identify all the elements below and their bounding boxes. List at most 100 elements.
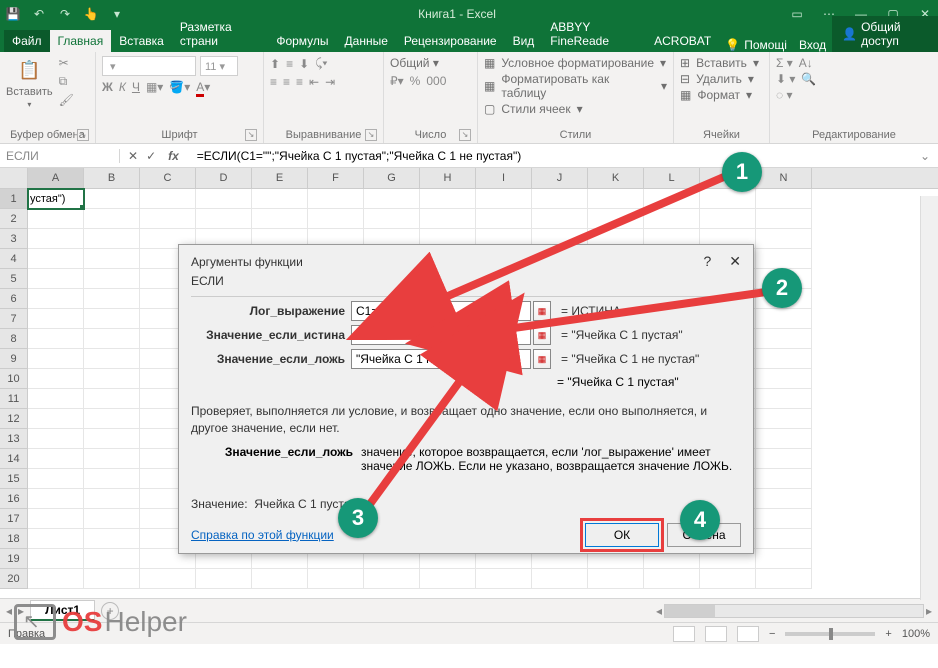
zoom-level[interactable]: 100% [902,628,930,640]
row-header[interactable]: 16 [0,489,28,509]
cell[interactable] [84,569,140,589]
cell[interactable] [644,189,700,209]
align-right-icon[interactable]: ≡ [296,75,303,89]
align-top-icon[interactable]: ⬆ [270,57,280,71]
col-header[interactable]: K [588,168,644,188]
zoom-out-icon[interactable]: − [769,628,775,640]
cell[interactable] [84,209,140,229]
row-header[interactable]: 13 [0,429,28,449]
cell[interactable] [28,549,84,569]
cell[interactable] [756,569,812,589]
cell[interactable] [588,569,644,589]
cell[interactable] [756,389,812,409]
cell[interactable]: устая") [28,189,84,209]
tab-acrobat[interactable]: ACROBAT [646,30,719,52]
indent-dec-icon[interactable]: ⇤ [309,75,319,89]
cell[interactable] [532,569,588,589]
page-break-view-icon[interactable] [737,626,759,642]
cell[interactable] [700,209,756,229]
cell[interactable] [252,569,308,589]
cell[interactable] [756,549,812,569]
cell[interactable] [28,449,84,469]
cell[interactable] [476,569,532,589]
arg2-input[interactable] [351,325,531,345]
cell[interactable] [252,189,308,209]
cell[interactable] [756,329,812,349]
cell[interactable] [476,209,532,229]
row-header[interactable]: 19 [0,549,28,569]
ok-button[interactable]: ОК [585,523,659,547]
cell[interactable] [140,209,196,229]
tab-layout[interactable]: Разметка страни [172,16,269,52]
cell[interactable] [756,469,812,489]
col-header[interactable]: D [196,168,252,188]
cell[interactable] [28,269,84,289]
qat-more-icon[interactable]: ▾ [108,5,126,23]
autosum-icon[interactable]: Σ ▾ [776,56,793,70]
col-header[interactable]: B [84,168,140,188]
paste-button[interactable]: 📋 Вставить ▾ [6,56,53,109]
cell[interactable] [756,529,812,549]
select-all-corner[interactable] [0,168,28,188]
tab-data[interactable]: Данные [337,30,396,52]
zoom-in-icon[interactable]: + [885,628,891,640]
cell[interactable] [84,429,140,449]
redo-icon[interactable]: ↷ [56,5,74,23]
cell[interactable] [28,529,84,549]
underline-button[interactable]: Ч [132,80,140,94]
number-format-select[interactable]: Общий ▾ [390,56,470,70]
cell[interactable] [84,229,140,249]
font-color-icon[interactable]: A▾ [196,80,210,94]
dialog-close-icon[interactable]: ✕ [729,253,741,270]
sheet-nav-prev-icon[interactable]: ◂ [6,604,12,618]
row-header[interactable]: 4 [0,249,28,269]
format-painter-icon[interactable]: 🖌 [59,93,74,107]
cell[interactable] [308,569,364,589]
cell[interactable] [364,189,420,209]
format-as-table-button[interactable]: ▦Форматировать как таблицу ▾ [484,72,667,100]
cell[interactable] [84,529,140,549]
range-picker-icon[interactable]: ▦ [533,301,551,321]
cell[interactable] [28,469,84,489]
cell[interactable] [84,309,140,329]
ribbon-options-icon[interactable]: ▭ [788,7,806,21]
fx-icon[interactable]: fx [164,149,183,163]
cell[interactable] [84,329,140,349]
cell[interactable] [28,229,84,249]
cell[interactable] [756,229,812,249]
find-icon[interactable]: 🔍 [801,72,816,86]
cell[interactable] [28,329,84,349]
cell[interactable] [756,489,812,509]
align-left-icon[interactable]: ≡ [270,75,277,89]
col-header[interactable]: G [364,168,420,188]
cell[interactable] [700,569,756,589]
cell[interactable] [28,489,84,509]
cell[interactable] [756,309,812,329]
cell[interactable] [84,409,140,429]
range-picker-icon[interactable]: ▦ [533,325,551,345]
row-header[interactable]: 14 [0,449,28,469]
cell[interactable] [756,349,812,369]
cell[interactable] [700,189,756,209]
cell[interactable] [84,549,140,569]
cell[interactable] [28,389,84,409]
align-middle-icon[interactable]: ≡ [286,57,293,71]
bold-button[interactable]: Ж [102,80,113,94]
row-header[interactable]: 5 [0,269,28,289]
cell[interactable] [308,209,364,229]
col-header[interactable]: E [252,168,308,188]
tab-home[interactable]: Главная [50,30,112,52]
cell[interactable] [84,509,140,529]
row-header[interactable]: 20 [0,569,28,589]
formula-input[interactable]: =ЕСЛИ(C1="";"Ячейка С 1 пустая";"Ячейка … [191,149,912,163]
row-header[interactable]: 12 [0,409,28,429]
cut-icon[interactable]: ✂ [59,56,74,70]
cell[interactable] [28,289,84,309]
cell[interactable] [84,249,140,269]
align-center-icon[interactable]: ≡ [283,75,290,89]
orientation-icon[interactable]: ⤹▾ [315,56,327,71]
clear-icon[interactable]: ◌ ▾ [776,88,793,102]
cell[interactable] [28,509,84,529]
border-icon[interactable]: ▦▾ [146,80,163,94]
tab-formulas[interactable]: Формулы [268,30,336,52]
